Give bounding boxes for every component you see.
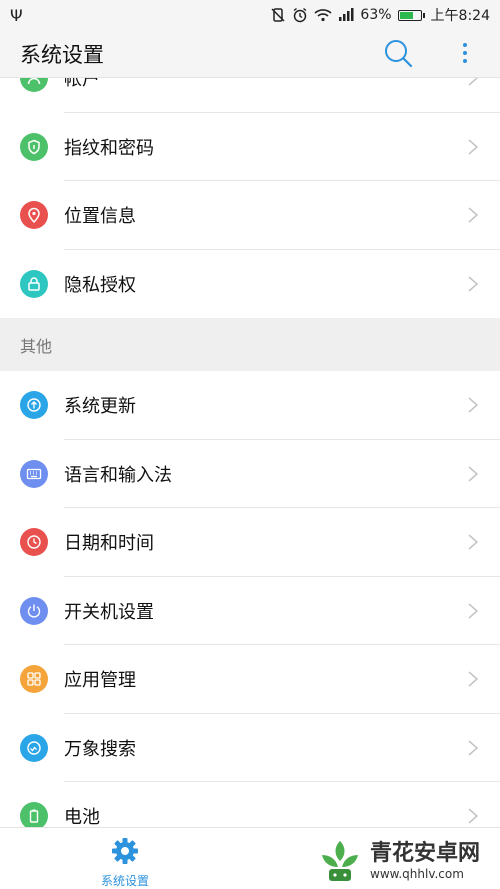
status-right: 63% 上午8:24 [270,5,490,25]
more-dot-icon [463,59,467,63]
chevron-right-icon [468,466,479,482]
more-options-button[interactable] [455,38,475,68]
power-icon [20,596,48,625]
battery-percent: 63% [360,7,392,23]
list-item-label: 万象搜索 [64,738,136,760]
list-item-label: 位置信息 [64,206,136,228]
list-item-label: 语言和输入法 [64,464,172,486]
list-item-date-time[interactable]: 日期和时间 [0,508,500,577]
list-item-label: 开关机设置 [64,601,154,623]
list-item-universal-search[interactable]: 万象搜索 [0,714,500,782]
chevron-right-icon [468,139,479,155]
usb-icon: Ψ [10,5,23,25]
signal-icon [339,8,354,21]
chevron-right-icon [468,671,479,687]
search-circle-icon [20,733,48,762]
chevron-right-icon [468,78,479,86]
chevron-right-icon [468,808,479,824]
chevron-right-icon [468,534,479,550]
more-dot-icon [463,51,467,55]
search-button[interactable] [383,38,413,68]
watermark-name: 青花安卓网 [370,841,481,866]
page-title: 系统设置 [20,42,104,67]
battery-icon [20,802,48,827]
vibrate-off-icon [271,8,285,22]
battery-icon [397,9,425,21]
wifi-icon [314,9,332,22]
watermark: 青花安卓网 www.qhhlv.com [316,836,500,886]
list-item-label: 指纹和密码 [64,137,154,159]
account-icon [20,78,48,93]
clock-time: 上午8:24 [430,8,490,24]
watermark-url: www.qhhlv.com [370,867,464,881]
more-dot-icon [463,43,467,47]
shield-icon [20,132,48,161]
list-item-label: 帐户 [64,78,100,91]
clock-icon [20,528,48,557]
list-item-battery[interactable]: 电池 [0,782,500,827]
list-item-account[interactable]: 帐户 [0,78,500,113]
settings-list: 帐户 指纹和密码 位置信息 隐私授权 其他 系统更新 语言和输入法 日期和时间 … [0,78,500,827]
lock-icon [20,269,48,298]
location-icon [20,201,48,230]
list-item-app-management[interactable]: 应用管理 [0,645,500,714]
list-item-privacy[interactable]: 隐私授权 [0,250,500,319]
gear-icon [112,838,138,864]
chevron-right-icon [468,397,479,413]
alarm-icon [293,7,307,23]
list-item-label: 日期和时间 [64,533,154,555]
list-item-location[interactable]: 位置信息 [0,181,500,250]
update-icon [20,391,48,420]
list-item-label: 电池 [64,807,100,827]
list-item-label: 隐私授权 [64,274,136,296]
list-item-power-schedule[interactable]: 开关机设置 [0,577,500,645]
status-bar: Ψ 63% 上午8:24 [0,0,500,30]
keyboard-icon [20,459,48,488]
chevron-right-icon [468,740,479,756]
watermark-logo-icon [322,841,358,881]
chevron-right-icon [468,603,479,619]
chevron-right-icon [468,207,479,223]
chevron-right-icon [468,276,479,292]
list-item-label: 应用管理 [64,670,136,692]
apps-icon [20,665,48,694]
section-header-other: 其他 [0,318,500,371]
list-item-language-input[interactable]: 语言和输入法 [0,440,500,508]
list-item-label: 系统更新 [64,396,136,418]
section-title: 其他 [20,336,53,356]
tab-system-settings[interactable]: 系统设置 [95,834,155,888]
title-bar: 系统设置 [0,30,500,78]
search-icon [385,40,413,68]
list-item-fingerprint-password[interactable]: 指纹和密码 [0,113,500,181]
tab-label: 系统设置 [100,874,149,888]
list-item-system-update[interactable]: 系统更新 [0,371,500,440]
